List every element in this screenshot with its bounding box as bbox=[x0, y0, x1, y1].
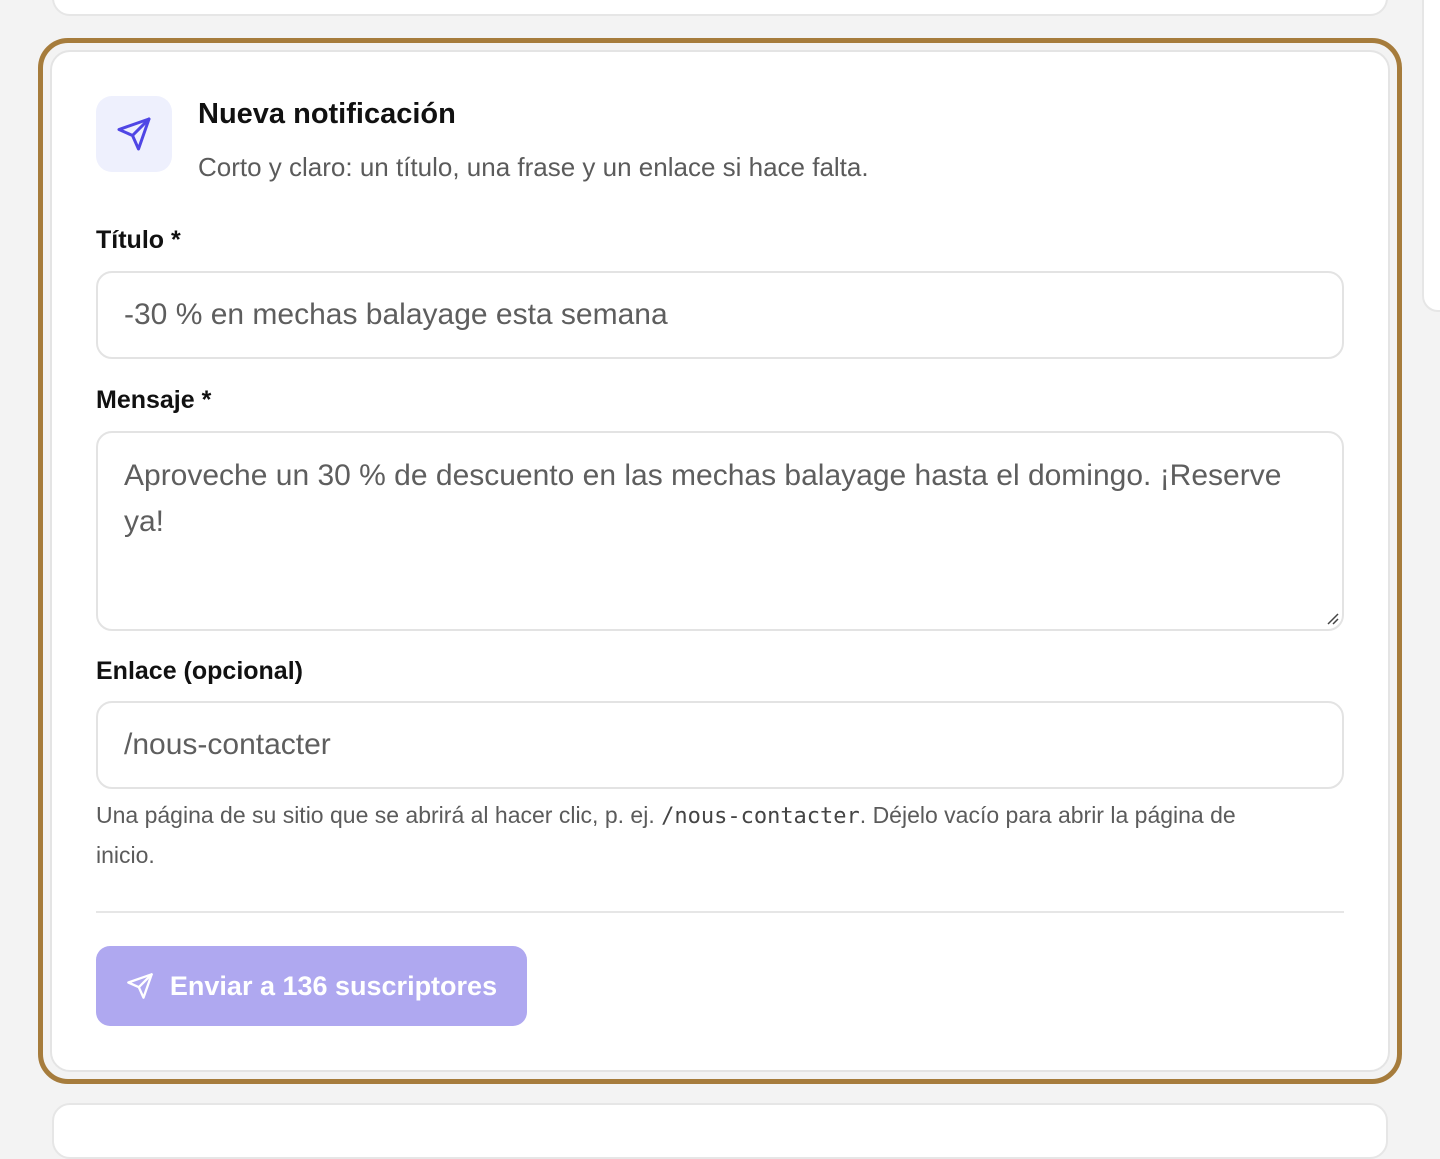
send-button-label: Enviar a 136 suscriptores bbox=[169, 970, 498, 1001]
message-label: Mensaje * bbox=[96, 386, 212, 414]
link-input[interactable]: /nous-contacter bbox=[96, 701, 1344, 789]
previous-card bbox=[52, 0, 1388, 16]
title-input[interactable]: -30 % en mechas balayage esta semana bbox=[96, 271, 1344, 359]
send-icon-tile bbox=[96, 96, 172, 172]
next-card bbox=[52, 1103, 1388, 1159]
send-button[interactable]: Enviar a 136 suscriptores bbox=[96, 946, 527, 1026]
link-hint-code: /nous-contacter bbox=[661, 804, 860, 829]
side-panel bbox=[1422, 0, 1440, 312]
send-icon bbox=[117, 117, 151, 151]
card-title: Nueva notificación bbox=[198, 98, 456, 130]
divider bbox=[96, 911, 1344, 913]
link-label: Enlace (opcional) bbox=[96, 657, 303, 685]
send-icon bbox=[127, 973, 153, 999]
title-label: Título * bbox=[96, 226, 181, 254]
message-textarea[interactable]: Aproveche un 30 % de descuento en las me… bbox=[96, 431, 1344, 631]
card-subtitle: Corto y claro: un título, una frase y un… bbox=[198, 152, 869, 182]
link-hint: Una página de su sitio que se abrirá al … bbox=[96, 796, 1256, 874]
link-hint-before: Una página de su sitio que se abrirá al … bbox=[96, 802, 662, 828]
resize-handle-icon[interactable] bbox=[1324, 610, 1340, 626]
